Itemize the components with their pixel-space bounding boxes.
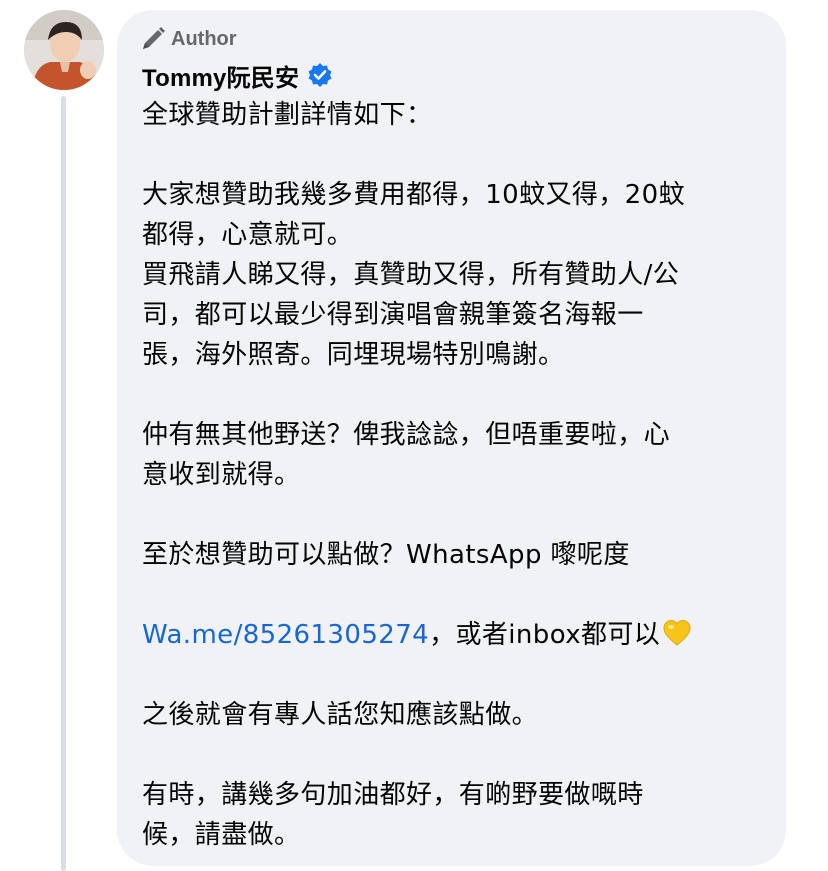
text-line: 司，都可以最少得到演唱會親筆簽名海報一 (142, 300, 644, 330)
text-line: 仲有無其他野送？俾我諗諗，但唔重要啦，心 (142, 420, 671, 450)
yellow-heart-emoji (663, 619, 691, 646)
pen-icon (143, 27, 165, 49)
text-line: 意收到就得。 (142, 460, 301, 490)
verified-badge-icon (308, 63, 332, 87)
text-line: 候，請盡做。 (142, 820, 301, 850)
author-badge: Author (139, 24, 766, 54)
thread-connector-line (61, 96, 66, 871)
text-line: 有時，講幾多句加油都好，有啲野要做嘅時 (142, 780, 644, 810)
author-badge-label: Author (171, 27, 237, 50)
author-avatar[interactable] (24, 10, 104, 90)
author-name-row: Tommy阮民安 (142, 55, 766, 95)
author-name[interactable]: Tommy阮民安 (142, 58, 299, 93)
text-line: 大家想贊助我幾多費用都得，10蚊又得，20蚊 (142, 180, 685, 210)
text-line: 之後就會有專人話您知應該點做。 (142, 700, 539, 730)
whatsapp-link[interactable]: Wa.me/85261305274 (142, 620, 429, 650)
link-line: Wa.me/85261305274，或者inbox都可以 (142, 615, 767, 655)
text-line: 張，海外照寄。同埋現場特別鳴謝。 (142, 340, 565, 370)
comment-body: 全球贊助計劃詳情如下： 大家想贊助我幾多費用都得，10蚊又得，20蚊 都得，心意… (142, 95, 767, 855)
comment-bubble: Author Tommy阮民安 全球贊助計劃詳情如下： 大家想贊助我幾多費用都得… (117, 10, 786, 866)
text-fragment: ，或者inbox都可以 (429, 620, 661, 650)
text-line: 都得，心意就可。 (142, 220, 354, 250)
text-line: 至於想贊助可以點做？WhatsApp 嚟呢度 (142, 540, 630, 570)
avatar-image (24, 10, 104, 90)
text-line: 買飛請人睇又得，真贊助又得，所有贊助人/公 (142, 260, 680, 290)
text-line: 全球贊助計劃詳情如下： (142, 100, 433, 130)
